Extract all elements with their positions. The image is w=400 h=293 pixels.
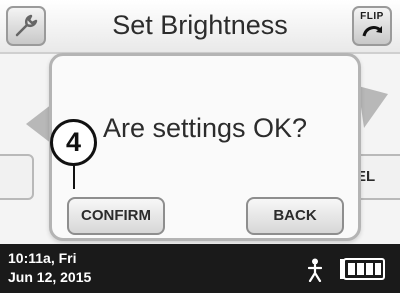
page-title: Set Brightness: [112, 10, 288, 40]
curved-arrow-icon: [362, 26, 383, 37]
title-bar: Set Brightness FLIP: [0, 0, 400, 54]
flip-button[interactable]: FLIP: [352, 6, 392, 46]
status-date: Jun 12, 2015: [8, 269, 92, 285]
dialog-message: Are settings OK?: [102, 113, 308, 143]
status-time: 10:11a, Fri: [8, 250, 77, 266]
person-icon: [308, 258, 322, 282]
confirm-button[interactable]: CONFIRM: [67, 197, 165, 235]
background-left-button: [0, 154, 34, 200]
device-screen: Set Brightness FLIP EL Are settings OK? …: [0, 0, 400, 293]
battery-full-icon: [340, 258, 385, 280]
flip-label: FLIP: [360, 11, 384, 22]
right-arrow-icon: [358, 86, 388, 128]
callout-leader-line: [73, 165, 75, 189]
back-button[interactable]: BACK: [246, 197, 344, 235]
status-bar: 10:11a, Fri Jun 12, 2015: [0, 244, 400, 293]
callout-number: 4: [50, 119, 97, 166]
